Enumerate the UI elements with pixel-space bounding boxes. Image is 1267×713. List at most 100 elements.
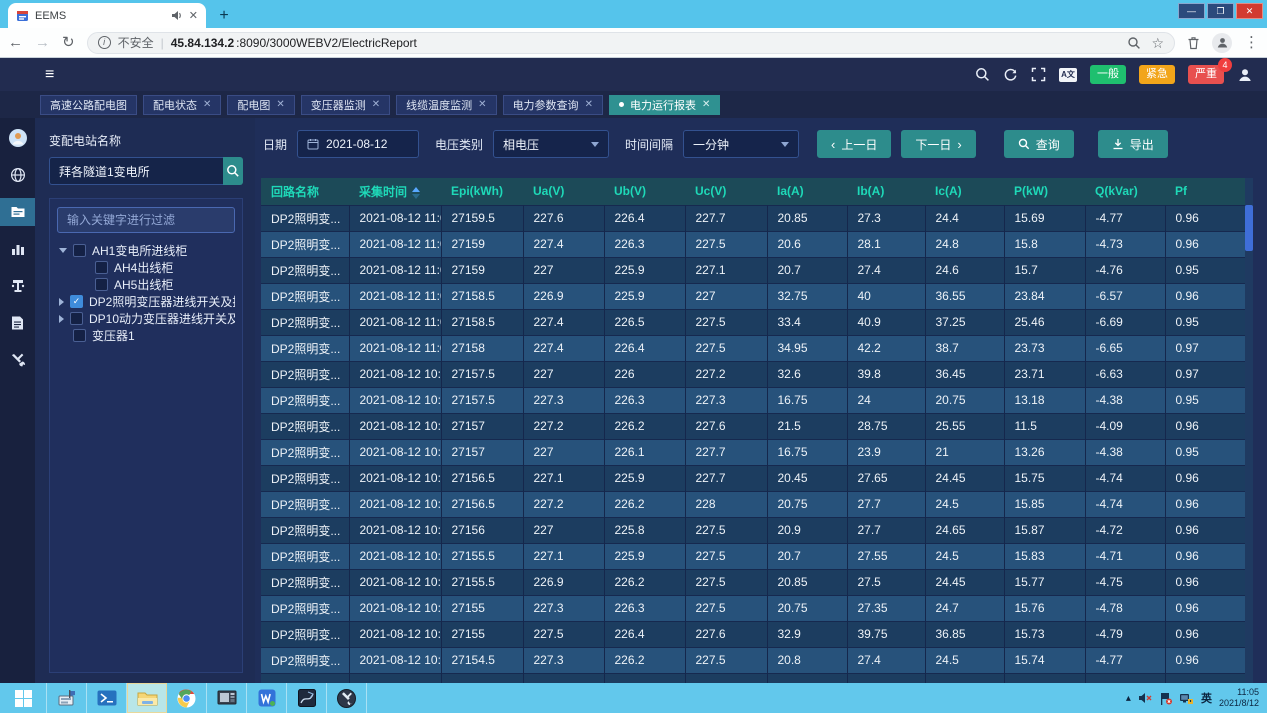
table-row[interactable]: DP2照明变...2021-08-12 11:0027158227.4226.4… <box>261 335 1245 361</box>
table-row[interactable]: DP2照明变...2021-08-12 10:5727157227.2226.2… <box>261 413 1245 439</box>
device-icon[interactable] <box>0 272 35 300</box>
page-tab[interactable]: 电力参数查询✕ <box>503 95 603 115</box>
voltage-type-select[interactable]: 相电压 <box>493 130 609 158</box>
table-row[interactable]: DP2照明变...2021-08-12 11:0127158.5227.4226… <box>261 309 1245 335</box>
table-row[interactable]: DP2照明变...2021-08-12 10:5127155.5226.9226… <box>261 569 1245 595</box>
tree-expand-icon[interactable] <box>59 248 67 253</box>
browser-tab[interactable]: EEMS ✕ <box>8 3 206 28</box>
page-tab[interactable]: 配电图✕ <box>227 95 294 115</box>
tree-item[interactable]: AH5出线柜 <box>57 276 235 293</box>
reload-icon[interactable]: ↻ <box>62 35 75 50</box>
ime-language-badge[interactable]: 英 <box>1201 690 1212 706</box>
column-header[interactable]: Epi(kWh) <box>441 178 523 205</box>
tree-checkbox[interactable] <box>95 278 108 291</box>
tree-filter-input[interactable] <box>57 207 235 233</box>
rail-user-avatar[interactable] <box>0 124 35 152</box>
tree-checkbox[interactable] <box>70 312 83 325</box>
browser-menu-icon[interactable]: ⋮ <box>1244 35 1259 50</box>
page-tab[interactable]: 高速公路配电图 <box>40 95 137 115</box>
hamburger-menu-icon[interactable]: ≡ <box>45 66 54 84</box>
previous-day-button[interactable]: ‹ 上一日 <box>817 130 891 158</box>
maximize-button[interactable]: ❐ <box>1207 3 1234 19</box>
vertical-scrollbar[interactable] <box>1245 178 1253 683</box>
date-input[interactable]: 2021-08-12 <box>297 130 419 158</box>
minimize-button[interactable]: — <box>1178 3 1205 19</box>
station-search-input[interactable] <box>49 157 223 185</box>
table-row[interactable]: DP2照明变...2021-08-12 10:5627157227226.122… <box>261 439 1245 465</box>
chart-icon[interactable] <box>0 235 35 263</box>
tray-expand-icon[interactable]: ▴ <box>1126 693 1131 704</box>
table-row[interactable]: DP2照明变...2021-08-12 11:0527159.5227.6226… <box>261 205 1245 231</box>
tree-item[interactable]: AH4出线柜 <box>57 259 235 276</box>
page-tab[interactable]: 变压器监测✕ <box>301 95 390 115</box>
column-header[interactable]: Uc(V) <box>685 178 767 205</box>
tree-expand-icon[interactable] <box>59 315 64 323</box>
globe-icon[interactable] <box>0 161 35 189</box>
close-button[interactable]: ✕ <box>1236 3 1263 19</box>
back-icon[interactable]: ← <box>8 35 23 50</box>
query-button[interactable]: 查询 <box>1004 130 1074 158</box>
column-header[interactable]: P(kW) <box>1004 178 1085 205</box>
table-row[interactable]: DP2照明变...2021-08-12 10:5527156.5227.1225… <box>261 465 1245 491</box>
forward-icon[interactable]: → <box>35 35 50 50</box>
start-button[interactable] <box>0 683 47 713</box>
tree-item[interactable]: DP10动力变压器进线开关及控制室 <box>57 310 235 327</box>
curve-tool-icon[interactable] <box>287 683 327 713</box>
monitor-app-icon[interactable] <box>207 683 247 713</box>
table-row[interactable]: DP2照明变...2021-08-12 10:5227155.5227.1225… <box>261 543 1245 569</box>
station-search-button[interactable] <box>223 157 243 185</box>
rail-report-icon[interactable] <box>0 198 35 226</box>
table-row[interactable]: DP2照明变...2021-08-12 10:5027155227.3226.3… <box>261 595 1245 621</box>
table-row[interactable]: DP2照明变...2021-08-12 11:0327159227225.922… <box>261 257 1245 283</box>
tree-checkbox[interactable] <box>95 261 108 274</box>
table-row[interactable]: DP2照明变...2021-08-12 11:0227158.5226.9225… <box>261 283 1245 309</box>
volume-muted-icon[interactable] <box>1138 692 1152 704</box>
tree-item[interactable]: 变压器1 <box>57 327 235 344</box>
table-row[interactable]: DP2照明变...2021-08-12 10:5827157.5227.3226… <box>261 387 1245 413</box>
tab-close-icon[interactable]: ✕ <box>585 99 593 110</box>
page-tab[interactable]: 线缆温度监测✕ <box>396 95 496 115</box>
bookmark-star-icon[interactable]: ☆ <box>1151 36 1164 50</box>
new-tab-button[interactable]: + <box>212 4 236 28</box>
tools-icon[interactable] <box>0 346 35 374</box>
table-row[interactable]: DP2照明变...2021-08-12 11:0427159227.4226.3… <box>261 231 1245 257</box>
column-header[interactable]: Pf <box>1165 178 1245 205</box>
column-header[interactable]: Ua(V) <box>523 178 604 205</box>
fullscreen-icon[interactable] <box>1031 67 1046 82</box>
scrollbar-thumb[interactable] <box>1245 205 1253 251</box>
alarm-badge-normal[interactable]: 一般 <box>1090 65 1126 84</box>
action-center-flag-icon[interactable] <box>1159 692 1172 705</box>
column-header[interactable]: Ib(A) <box>847 178 925 205</box>
server-manager-icon[interactable] <box>47 683 87 713</box>
sort-ascending-icon[interactable] <box>412 187 420 199</box>
powershell-icon[interactable] <box>87 683 127 713</box>
admin-tools-icon[interactable] <box>327 683 367 713</box>
next-day-button[interactable]: 下一日 › <box>901 130 975 158</box>
file-explorer-icon[interactable] <box>127 683 167 713</box>
page-info-icon[interactable]: i <box>98 36 111 49</box>
translate-icon[interactable]: A文 <box>1059 68 1077 82</box>
alarm-badge-severe[interactable]: 严重 4 <box>1188 65 1224 84</box>
tree-checkbox[interactable] <box>73 329 86 342</box>
tab-close-icon[interactable]: ✕ <box>189 9 198 22</box>
header-search-icon[interactable] <box>975 67 990 82</box>
tab-close-icon[interactable]: ✕ <box>276 99 284 110</box>
interval-select[interactable]: 一分钟 <box>683 130 799 158</box>
export-button[interactable]: 导出 <box>1098 130 1168 158</box>
column-header[interactable]: Q(kVar) <box>1085 178 1165 205</box>
tab-audio-icon[interactable] <box>171 10 183 21</box>
column-header[interactable]: Ub(V) <box>604 178 685 205</box>
alarm-badge-urgent[interactable]: 紧急 <box>1139 65 1175 84</box>
address-bar[interactable]: i 不安全 | 45.84.134.2 :8090/3000WEBV2/Elec… <box>87 32 1175 54</box>
table-row[interactable]: DP2照明变...2021-08-12 10:4927155227.5226.4… <box>261 621 1245 647</box>
column-header[interactable]: 采集时间 <box>349 178 441 205</box>
wps-icon[interactable] <box>247 683 287 713</box>
column-header[interactable]: Ic(A) <box>925 178 1004 205</box>
trash-icon[interactable] <box>1187 36 1200 50</box>
page-tab[interactable]: 配电状态✕ <box>143 95 221 115</box>
column-header[interactable]: Ia(A) <box>767 178 847 205</box>
refresh-icon[interactable] <box>1003 67 1018 82</box>
tab-close-icon[interactable]: ✕ <box>478 99 486 110</box>
zoom-icon[interactable] <box>1127 36 1141 50</box>
tree-item[interactable]: ✓DP2照明变压器进线开关及控制室 <box>57 293 235 310</box>
